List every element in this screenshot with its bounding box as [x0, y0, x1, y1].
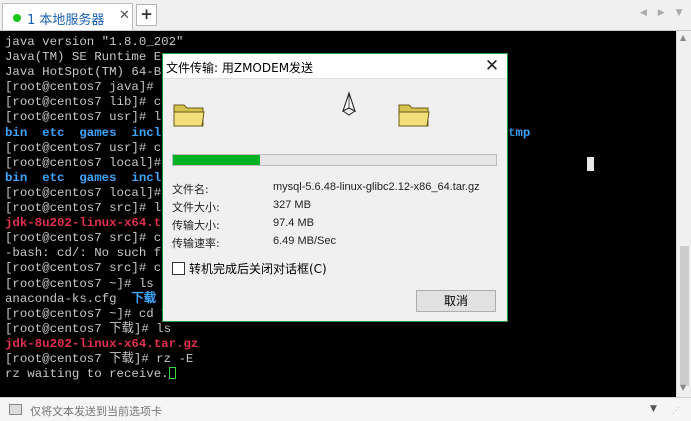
terminal-text: bin etc games inclu: [5, 170, 169, 185]
terminal-text: Java HotSpot(TM) 64-Bi: [5, 65, 169, 80]
paper-plane-icon: [342, 91, 356, 116]
dialog-title: 文件传输: 用ZMODEM发送: [166, 61, 314, 75]
terminal-text: [root@centos7 ~]# cd T: [5, 306, 169, 321]
cancel-button[interactable]: 取消: [416, 290, 496, 312]
send-command-bar[interactable]: 仅将文本发送到当前选项卡 ▼ ⋰: [0, 397, 691, 421]
filesize-label: 文件大小:: [172, 201, 220, 214]
terminal-text: jdk-8u202-linux-x64.ta: [5, 216, 169, 231]
terminal-text: [root@centos7 src]# cd: [5, 261, 169, 276]
close-on-complete-checkbox[interactable]: 转机完成后关闭对话框(C): [172, 260, 327, 277]
terminal-caret: [168, 367, 176, 380]
terminal-text: [root@centos7 下载]# ls: [5, 321, 172, 336]
mouse-text-cursor: [587, 157, 594, 171]
terminal-fragment-tmp: tmp: [508, 126, 531, 140]
folder-icon: [398, 104, 430, 127]
folder-icon: [173, 104, 205, 127]
terminal-text: [root@centos7 usr]# cd: [5, 140, 169, 155]
terminal-text: [root@centos7 usr]# ls: [5, 110, 169, 125]
resize-grip-icon: ⋰: [672, 406, 680, 415]
terminal-text: [root@centos7 src]# ls: [5, 201, 169, 216]
dialog-close-icon[interactable]: ✕: [481, 56, 503, 76]
terminal-text: Java(TM) SE Runtime En: [5, 50, 169, 65]
terminal-line: java version "1.8.0_202": [5, 35, 198, 50]
tab-label: 1 本地服务器: [27, 13, 105, 28]
terminal-text: bin etc games inclu: [5, 125, 169, 140]
terminal-text: 下载: [131, 291, 157, 306]
send-menu-icon[interactable]: ▼: [650, 404, 657, 414]
terminal-text: [root@centos7 java]# c: [5, 80, 169, 95]
filename-label: 文件名:: [172, 183, 209, 196]
filesize-value: 327 MB: [273, 199, 311, 211]
terminal-text: java version "1.8.0_202": [5, 35, 184, 49]
terminal-text: [root@centos7 下载]# rz -E: [5, 351, 194, 366]
scroll-up-icon[interactable]: ▲: [680, 33, 686, 42]
send-target-icon[interactable]: [9, 404, 22, 415]
terminal-text: anaconda-ks.cfg: [5, 291, 132, 306]
new-tab-button[interactable]: +: [136, 4, 157, 26]
checkbox-box[interactable]: [172, 262, 185, 275]
terminal-line: rz waiting to receive.: [5, 367, 198, 382]
rate-value: 6.49 MB/Sec: [273, 235, 336, 247]
terminal-text: [root@centos7 local]#: [5, 155, 169, 170]
scroll-down-icon[interactable]: ▼: [680, 383, 686, 392]
terminal-line: [root@centos7 下载]# ls: [5, 322, 198, 337]
terminal-text: [root@centos7 ~]# ls: [5, 276, 154, 291]
close-on-complete-label: 转机完成后关闭对话框(C): [189, 262, 327, 276]
terminal-line: [root@centos7 下载]# rz -E: [5, 352, 198, 367]
tab-local-server[interactable]: 1 本地服务器 ✕: [2, 3, 133, 30]
terminal-text: [root@centos7 src]# cd: [5, 231, 169, 246]
dialog-titlebar[interactable]: 文件传输: 用ZMODEM发送 ✕: [163, 54, 507, 79]
tab-close-icon[interactable]: ✕: [119, 8, 130, 23]
terminal-text: [root@centos7 local]#: [5, 185, 169, 200]
send-command-input[interactable]: 仅将文本发送到当前选项卡: [30, 403, 162, 419]
terminal-scrollbar[interactable]: ▲ ▼: [676, 31, 691, 397]
rate-label: 传输速率:: [172, 237, 220, 250]
terminal-text: jdk-8u202-linux-x64.tar.gz: [5, 336, 199, 351]
connection-status-icon: [13, 14, 21, 22]
terminal-text: -bash: cd/: No such fi: [5, 246, 169, 261]
transferred-value: 97.4 MB: [273, 217, 314, 229]
transferred-label: 传输大小:: [172, 219, 220, 232]
terminal-text: [root@centos7 lib]# cd: [5, 95, 169, 110]
tab-bar: 1 本地服务器 ✕ + ◀ ▶ ▼: [0, 0, 691, 31]
terminal-text: rz waiting to receive.: [5, 367, 169, 382]
terminal-line: jdk-8u202-linux-x64.tar.gz: [5, 337, 198, 352]
tab-nav-arrows[interactable]: ◀ ▶ ▼: [640, 8, 687, 18]
filename-value: mysql-5.6.48-linux-glibc2.12-x86_64.tar.…: [273, 181, 480, 193]
scrollbar-thumb[interactable]: [680, 246, 689, 386]
progress-fill: [173, 155, 261, 165]
transfer-progress-bar: [172, 154, 497, 166]
file-transfer-dialog: 文件传输: 用ZMODEM发送 ✕ 文件名: mysql-5.6.48-linu…: [162, 53, 508, 322]
